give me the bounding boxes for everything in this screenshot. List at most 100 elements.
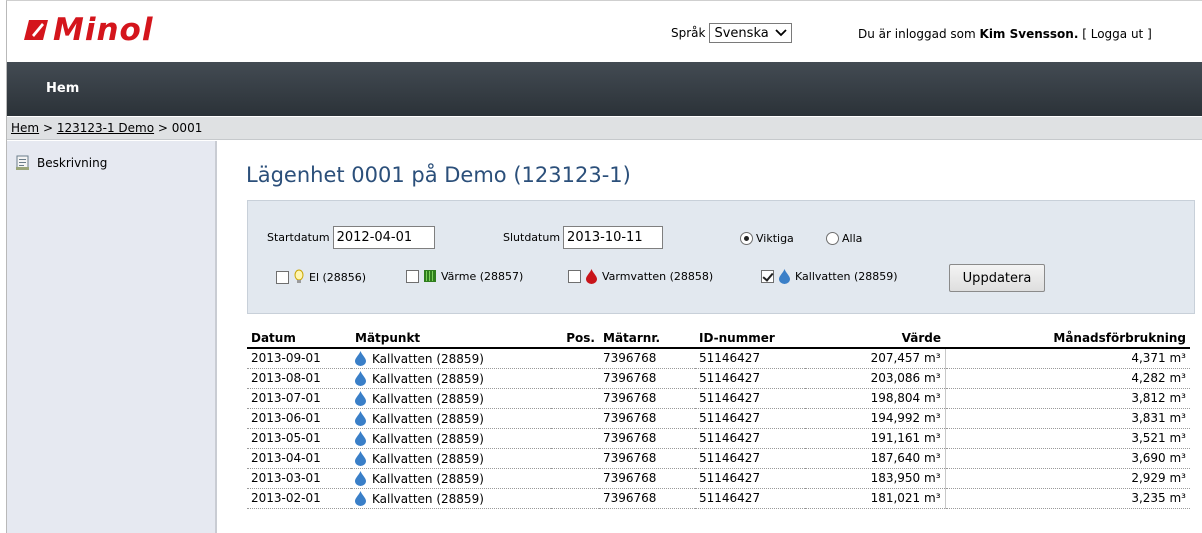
cell-matpunkt: Kallvatten (28859) — [351, 368, 551, 389]
col-manadsforbrukning: Månadsförbrukning — [945, 329, 1190, 349]
logout-bracket-close: ] — [1147, 27, 1152, 41]
cell-matpunkt-label: Kallvatten (28859) — [372, 491, 484, 506]
cell-matarnr: 7396768 — [599, 488, 695, 509]
logout-link[interactable]: Logga ut — [1091, 27, 1144, 41]
meter-kallvatten-label: Kallvatten (28859) — [795, 270, 898, 283]
update-button[interactable]: Uppdatera — [949, 264, 1045, 292]
cell-manadsforbrukning: 2,929 m³ — [944, 468, 1190, 489]
page-title: Lägenhet 0001 på Demo (123123-1) — [246, 163, 631, 187]
end-date-label: Slutdatum — [503, 231, 561, 244]
meter-varme[interactable]: Värme (28857) — [406, 269, 523, 283]
cell-matpunkt: Kallvatten (28859) — [351, 488, 551, 509]
table-row: 2013-05-01 Kallvatten (28859) 7396768 51146… — [247, 428, 1190, 449]
logout-bracket-open: [ — [1082, 27, 1087, 41]
radio-important-label: Viktiga — [756, 232, 794, 245]
main-content: Lägenhet 0001 på Demo (123123-1) Startda… — [217, 141, 1202, 533]
language-selector: Språk Svenska — [671, 23, 792, 43]
document-icon — [16, 155, 29, 170]
col-id-nummer: ID-nummer — [695, 329, 805, 349]
table-row: 2013-08-01 Kallvatten (28859) 7396768 51146… — [247, 368, 1190, 389]
cell-varde: 183,950 m³ — [805, 468, 945, 489]
cell-matarnr: 7396768 — [599, 448, 695, 469]
language-label: Språk — [671, 26, 706, 40]
cell-matpunkt-label: Kallvatten (28859) — [372, 371, 484, 386]
cell-varde: 198,804 m³ — [805, 388, 945, 409]
cell-datum: 2013-04-01 — [247, 448, 351, 469]
meter-el-checkbox[interactable] — [276, 270, 289, 284]
cell-manadsforbrukning: 4,282 m³ — [944, 368, 1190, 389]
meter-kallvatten-checkbox[interactable] — [761, 270, 774, 283]
table-row: 2013-07-01 Kallvatten (28859) 7396768 51146… — [247, 388, 1190, 409]
cell-manadsforbrukning: 3,235 m³ — [944, 488, 1190, 509]
start-date-field: Startdatum 2012-04-01 — [267, 226, 435, 249]
readings-table: Datum Mätpunkt Pos. Mätarnr. ID-nummer V… — [247, 329, 1190, 509]
start-date-input[interactable]: 2012-04-01 — [332, 226, 435, 249]
table-row: 2013-04-01 Kallvatten (28859) 7396768 51146… — [247, 448, 1190, 469]
breadcrumb: Hem > 123123-1 Demo > 0001 — [7, 117, 1202, 140]
meter-varme-checkbox[interactable] — [406, 269, 419, 283]
cell-datum: 2013-02-01 — [247, 488, 351, 509]
cell-varde: 194,992 m³ — [805, 408, 945, 429]
cell-pos — [551, 468, 599, 489]
table-row: 2013-09-01 Kallvatten (28859) 7396768 51146… — [247, 348, 1190, 369]
cell-pos — [551, 348, 599, 369]
cell-varde: 203,086 m³ — [805, 368, 945, 389]
cell-matarnr: 7396768 — [599, 408, 695, 429]
cell-matpunkt-label: Kallvatten (28859) — [372, 391, 484, 406]
blue-drop-icon — [355, 450, 366, 466]
language-value: Svenska — [714, 25, 769, 41]
end-date-input[interactable]: 2013-10-11 — [563, 226, 664, 249]
language-select[interactable]: Svenska — [709, 23, 792, 43]
sidebar-item-beskrivning[interactable]: Beskrivning — [16, 155, 107, 170]
cell-matpunkt: Kallvatten (28859) — [351, 348, 551, 369]
cell-matpunkt-label: Kallvatten (28859) — [372, 351, 484, 366]
meter-varme-label: Värme (28857) — [441, 269, 524, 283]
breadcrumb-separator: > — [42, 121, 53, 135]
meter-varmvatten[interactable]: Varmvatten (28858) — [568, 269, 713, 284]
radio-all-label: Alla — [842, 232, 863, 245]
breadcrumb-property[interactable]: 123123-1 Demo — [57, 121, 154, 135]
cell-pos — [551, 488, 599, 509]
cell-matpunkt-label: Kallvatten (28859) — [372, 431, 484, 446]
red-drop-icon — [586, 269, 597, 284]
cell-matarnr: 7396768 — [599, 428, 695, 449]
radiator-icon — [424, 270, 436, 282]
radio-all[interactable]: Alla — [826, 232, 862, 245]
cell-manadsforbrukning: 3,831 m³ — [944, 408, 1190, 429]
table-header-row: Datum Mätpunkt Pos. Mätarnr. ID-nummer V… — [247, 329, 1190, 349]
header: Minol Språk Svenska Du är inloggad som K… — [7, 1, 1202, 62]
col-datum: Datum — [247, 329, 351, 349]
meter-varmvatten-label: Varmvatten (28858) — [602, 270, 714, 283]
blue-drop-icon — [355, 470, 366, 486]
nav-item-home[interactable]: Hem — [46, 81, 79, 96]
minol-logo[interactable]: Minol — [23, 15, 153, 46]
cell-matpunkt: Kallvatten (28859) — [351, 388, 551, 409]
cell-varde: 191,161 m³ — [805, 428, 945, 449]
end-date-field: Slutdatum 2013-10-11 — [503, 226, 664, 249]
blue-drop-icon — [355, 390, 366, 406]
app-frame: Minol Språk Svenska Du är inloggad som K… — [6, 0, 1202, 533]
cell-pos — [551, 408, 599, 429]
radio-important-button[interactable] — [740, 232, 753, 245]
meter-el[interactable]: El (28856) — [276, 269, 366, 285]
cell-manadsforbrukning: 3,690 m³ — [944, 448, 1190, 469]
cell-datum: 2013-06-01 — [247, 408, 351, 429]
cell-matpunkt-label: Kallvatten (28859) — [372, 411, 484, 426]
user-name: Kim Svensson. — [979, 27, 1079, 41]
cell-varde: 187,640 m³ — [805, 448, 945, 469]
cell-matpunkt-label: Kallvatten (28859) — [372, 451, 484, 466]
meter-kallvatten[interactable]: Kallvatten (28859) — [761, 269, 898, 284]
logo-mark-icon — [24, 20, 48, 40]
cell-datum: 2013-07-01 — [247, 388, 351, 409]
cell-id-nummer: 51146427 — [695, 488, 805, 509]
col-varde: Värde — [805, 329, 945, 349]
radio-important[interactable]: Viktiga — [740, 232, 794, 245]
meter-varmvatten-checkbox[interactable] — [568, 270, 581, 283]
main-navbar: Hem — [7, 62, 1202, 116]
cell-datum: 2013-05-01 — [247, 428, 351, 449]
breadcrumb-home[interactable]: Hem — [11, 121, 39, 135]
cell-id-nummer: 51146427 — [695, 368, 805, 389]
blue-drop-icon — [355, 490, 366, 506]
cell-matarnr: 7396768 — [599, 368, 695, 389]
radio-all-button[interactable] — [826, 232, 839, 245]
